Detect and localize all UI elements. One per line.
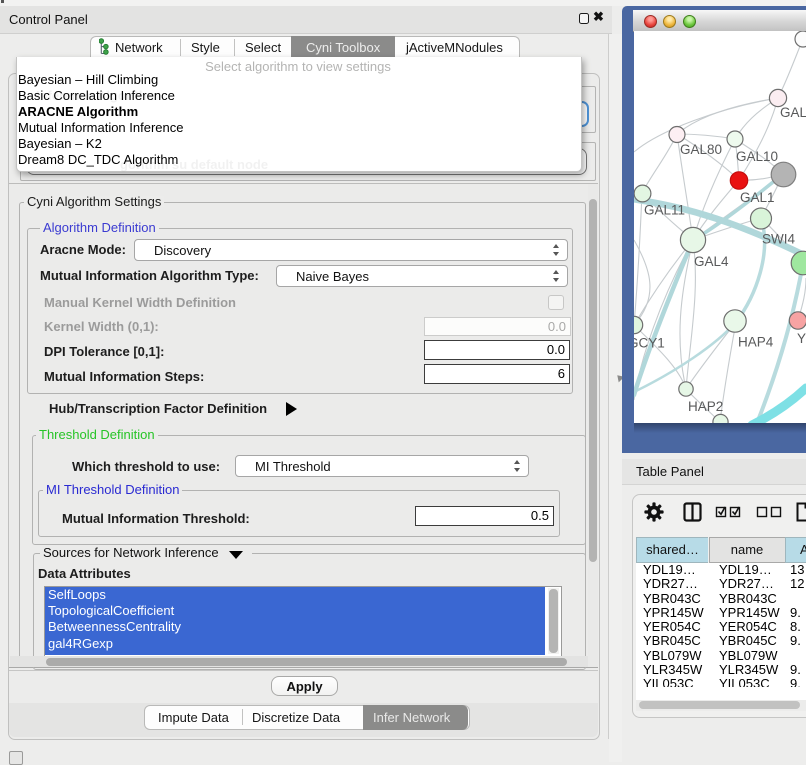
svg-text:GAL4: GAL4 [694, 254, 729, 269]
svg-text:GCY1: GCY1 [634, 336, 665, 351]
svg-text:GAL7: GAL7 [780, 105, 806, 120]
svg-text:YJ: YJ [797, 331, 806, 346]
svg-text:HAP4: HAP4 [738, 335, 774, 350]
svg-text:GAL11: GAL11 [644, 203, 685, 218]
svg-text:GAL10: GAL10 [736, 149, 778, 164]
svg-text:GAL1: GAL1 [740, 190, 775, 205]
svg-text:GAL80: GAL80 [680, 142, 722, 157]
svg-text:HAP2: HAP2 [688, 399, 723, 414]
svg-text:SWI4: SWI4 [762, 232, 795, 247]
